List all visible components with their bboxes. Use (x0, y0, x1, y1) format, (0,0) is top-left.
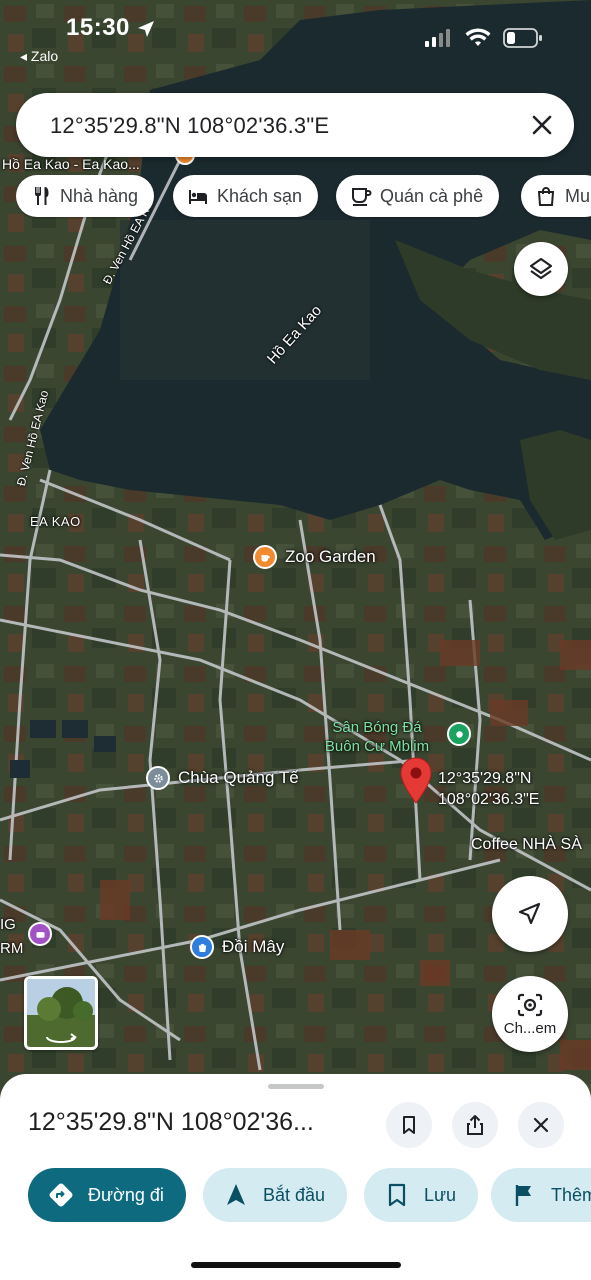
drag-handle[interactable] (268, 1084, 324, 1089)
chip-shopping[interactable]: Mu (521, 175, 591, 217)
layers-icon (529, 257, 553, 280)
battery-icon (503, 28, 542, 48)
wifi-icon (465, 28, 491, 46)
pin-lat: 12°35'29.8"N (438, 770, 532, 787)
close-icon[interactable] (528, 111, 556, 139)
flag-icon (515, 1185, 531, 1206)
category-chips: Nhà hàng Khách sạn Quán cà phê Mu (16, 175, 591, 219)
shopping-bag-icon (537, 187, 555, 206)
street-view-thumbnail[interactable] (24, 976, 98, 1050)
start-button[interactable]: Bắt đầu (203, 1168, 348, 1222)
place-bottom-sheet[interactable]: 12°35'29.8"N 108°02'36... Đường đi Bắt đ… (0, 1074, 591, 1280)
share-button[interactable] (452, 1102, 498, 1148)
status-icons (425, 28, 543, 48)
map-label-lake-top: Hồ Ea Kao - Ea Kao... (2, 156, 140, 172)
chip-cafes[interactable]: Quán cà phê (336, 175, 500, 217)
directions-icon (49, 1183, 73, 1207)
camera-lens-icon (517, 993, 543, 1016)
close-sheet-button[interactable] (518, 1102, 564, 1148)
bookmark-icon (388, 1183, 406, 1207)
chip-shopping-label: Mu (565, 185, 591, 206)
map-label-edge-top: IG (0, 916, 16, 933)
pin-coordinates-label: 12°35'29.8"N 108°02'36.3"E (438, 768, 539, 810)
map-label-area: EA KAO (30, 514, 81, 529)
cellular-signal-icon (425, 29, 450, 47)
close-icon (533, 1117, 549, 1133)
chip-restaurants-label: Nhà hàng (60, 185, 139, 206)
status-time-text: 15:30 (66, 14, 130, 41)
poi-left-edge[interactable] (28, 922, 52, 946)
red-pin-icon[interactable] (398, 756, 434, 806)
hotel-icon (189, 190, 207, 204)
poi-doi-may-label: Đồi Mây (222, 937, 285, 956)
camera-poi-icon (28, 922, 52, 946)
shopping-poi-icon (190, 935, 214, 959)
lens-button-label: Ch...em (503, 1019, 557, 1037)
map-label-coffee[interactable]: Coffee NHÀ SÀ (471, 836, 582, 854)
poi-pagoda-label: Chùa Quảng Tế (178, 768, 299, 787)
search-bar[interactable]: 12°35'29.8"N 108°02'36.3"E (16, 93, 574, 157)
chip-hotels-label: Khách sạn (217, 185, 303, 206)
save-place-button[interactable] (386, 1102, 432, 1148)
pin-lng: 108°02'36.3"E (438, 791, 540, 808)
restaurant-icon (35, 187, 49, 205)
home-indicator[interactable] (191, 1262, 401, 1268)
map-label-edge-bottom: RM (0, 940, 24, 957)
share-icon (467, 1115, 483, 1135)
start-button-label: Bắt đầu (263, 1184, 326, 1205)
layers-button[interactable] (514, 242, 568, 296)
poi-doi-may[interactable]: Đồi Mây (190, 935, 284, 959)
poi-zoo-garden[interactable]: Zoo Garden (253, 545, 376, 569)
more-button-label: Thêm (551, 1184, 591, 1205)
chip-cafes-label: Quán cà phê (380, 185, 484, 206)
directions-button[interactable]: Đường đi (28, 1168, 186, 1222)
status-time: 15:30 (66, 14, 155, 42)
save-button[interactable]: Lưu (364, 1168, 479, 1222)
my-location-button[interactable] (492, 876, 568, 952)
action-buttons: Đường đi Bắt đầu Lưu Thêm (28, 1168, 591, 1224)
coffee-icon (352, 188, 372, 206)
gear-poi-icon (146, 766, 170, 790)
chip-restaurants[interactable]: Nhà hàng (16, 175, 155, 217)
chip-hotels[interactable]: Khách sạn (173, 175, 319, 217)
poi-zoo-garden-label: Zoo Garden (285, 547, 376, 566)
navigation-arrow-icon (227, 1184, 245, 1205)
directions-button-label: Đường đi (88, 1184, 164, 1205)
poi-stadium-label: Sân Bóng Đá Buôn Cư Mblim (324, 719, 430, 755)
stadium-poi-icon (447, 722, 471, 746)
bookmark-icon (403, 1116, 415, 1134)
poi-stadium[interactable]: Sân Bóng Đá Buôn Cư Mblim (315, 718, 471, 756)
coffee-poi-icon (253, 545, 277, 569)
street-view-image (27, 979, 95, 1047)
navigation-arrow-icon (518, 902, 541, 925)
search-query[interactable]: 12°35'29.8"N 108°02'36.3"E (50, 113, 329, 139)
location-arrow-icon (138, 20, 155, 37)
lens-button[interactable]: Ch...em (492, 976, 568, 1052)
more-button[interactable]: Thêm (491, 1168, 591, 1222)
save-button-label: Lưu (424, 1184, 457, 1205)
back-to-app-link[interactable]: ◂ Zalo (20, 48, 58, 65)
place-title: 12°35'29.8"N 108°02'36... (28, 1108, 314, 1136)
poi-pagoda[interactable]: Chùa Quảng Tế (146, 766, 299, 790)
